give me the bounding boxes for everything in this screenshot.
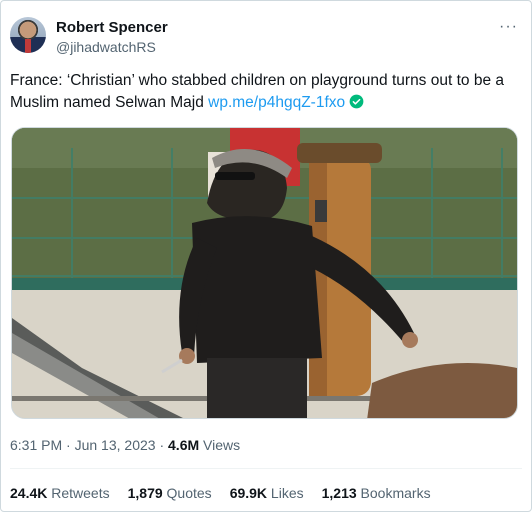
author-handle[interactable]: @jihadwatchRS	[56, 39, 156, 55]
likes-count: 69.9K	[229, 485, 268, 501]
author-avatar[interactable]	[10, 17, 46, 53]
tweet-date[interactable]: Jun 13, 2023	[75, 437, 156, 453]
views-label: Views	[199, 437, 241, 453]
bookmarks-stat[interactable]: 1,213 Bookmarks	[322, 485, 431, 501]
tweet-stats: 24.4K Retweets 1,879 Quotes 69.9K Likes …	[10, 485, 431, 501]
tweet-text: France: ‘Christian’ who stabbed children…	[10, 70, 524, 116]
meta-separator: ·	[155, 437, 169, 453]
likes-stat[interactable]: 69.9K Likes	[230, 485, 304, 501]
more-options-icon[interactable]: ···	[499, 18, 518, 36]
verified-check-icon	[349, 94, 364, 116]
quotes-stat[interactable]: 1,879 Quotes	[128, 485, 212, 501]
bookmarks-label: Bookmarks	[356, 485, 431, 501]
media-still-image	[12, 128, 517, 418]
retweets-label: Retweets	[47, 485, 110, 501]
tweet-link[interactable]: wp.me/p4hgqZ-1fxo	[208, 94, 345, 111]
quotes-label: Quotes	[162, 485, 212, 501]
author-display-name[interactable]: Robert Spencer	[56, 19, 168, 36]
views-count: 4.6M	[168, 437, 200, 453]
divider	[10, 468, 522, 469]
meta-separator: ·	[62, 437, 75, 453]
quotes-count: 1,879	[127, 485, 163, 501]
retweets-count: 24.4K	[10, 485, 48, 501]
retweets-stat[interactable]: 24.4K Retweets	[10, 485, 110, 501]
tweet-time[interactable]: 6:31 PM	[10, 437, 62, 453]
bookmarks-count: 1,213	[321, 485, 357, 501]
tweet-meta: 6:31 PM · Jun 13, 2023 · 4.6M Views	[10, 437, 240, 453]
likes-label: Likes	[267, 485, 304, 501]
tweet-media-video[interactable]	[11, 127, 518, 419]
